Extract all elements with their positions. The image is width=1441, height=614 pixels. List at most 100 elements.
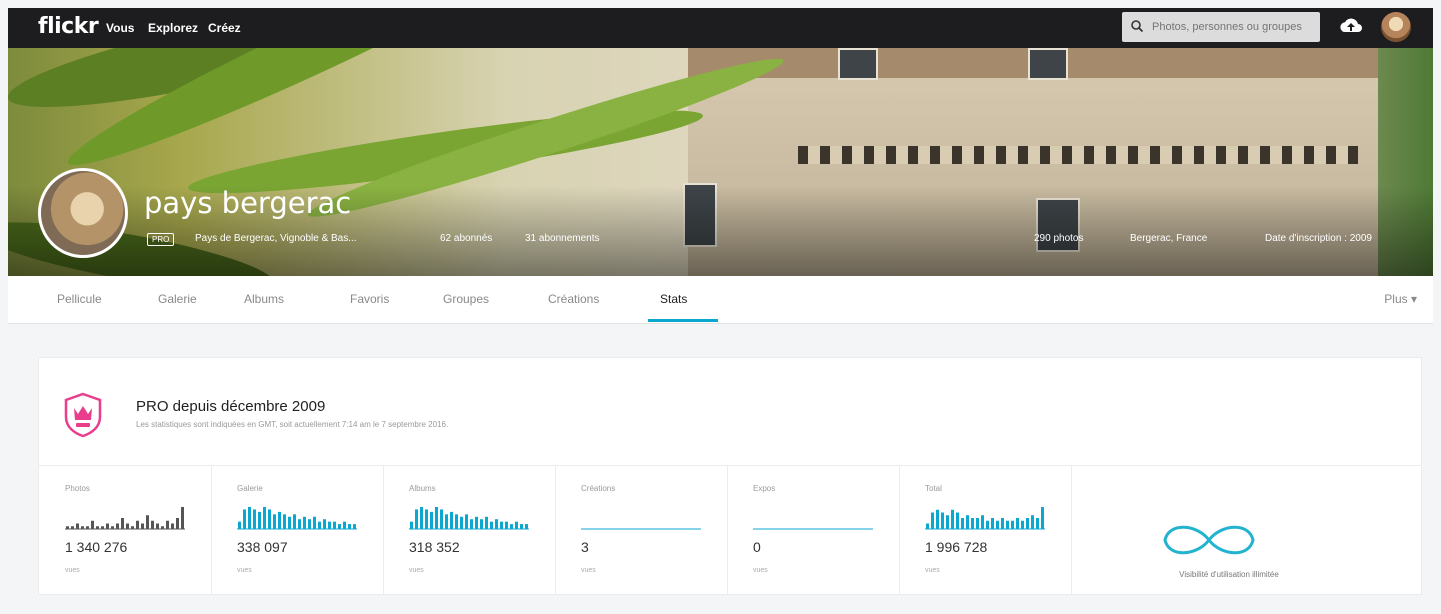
sparkline-bar	[971, 518, 974, 529]
sparkline-bar	[126, 523, 129, 529]
tab-galerie[interactable]: Galerie	[158, 292, 197, 306]
sparkline-bar	[106, 523, 109, 529]
nav-link-vous[interactable]: Vous	[106, 21, 134, 35]
stat-value: 1 996 728	[925, 539, 988, 555]
sparkline-bar	[435, 507, 438, 529]
sparkline-bar	[500, 521, 503, 529]
sparkline-bar	[303, 516, 306, 529]
profile-tabs: Pellicule Galerie Albums Favoris Groupes…	[8, 276, 1433, 324]
sparkline-bar	[288, 516, 291, 529]
tab-creations[interactable]: Créations	[548, 292, 599, 306]
flickr-logo[interactable]: flickr	[38, 14, 99, 39]
sparkline-bar	[415, 509, 418, 529]
sparkline-bar	[1036, 518, 1039, 529]
sparkline-bar	[81, 526, 84, 529]
photo-count: 290 photos	[1034, 233, 1084, 244]
nav-link-creez[interactable]: Créez	[208, 21, 241, 35]
sparkline-bar	[951, 509, 954, 529]
sparkline-bar	[495, 519, 498, 529]
sparkline-bar	[238, 521, 241, 529]
tab-stats[interactable]: Stats	[660, 292, 687, 306]
stat-albums[interactable]: Albums 318 352 vues	[383, 466, 556, 594]
stat-creations[interactable]: Créations 3 vues	[555, 466, 728, 594]
sparkline-bar	[470, 519, 473, 529]
castle-window	[838, 48, 878, 80]
stat-label: Albums	[409, 484, 436, 493]
following-link[interactable]: 31 abonnements	[525, 233, 600, 244]
profile-avatar[interactable]	[38, 168, 128, 258]
sparkline-bar	[343, 521, 346, 529]
search-input[interactable]	[1146, 12, 1326, 42]
sparkline-bar	[308, 519, 311, 529]
sparkline-bar	[946, 515, 949, 529]
sparkline-bar	[293, 514, 296, 529]
more-menu[interactable]: Plus ▾	[1384, 292, 1417, 306]
nav-link-explorez[interactable]: Explorez	[148, 21, 198, 35]
castle-window	[1028, 48, 1068, 80]
sparkline-bar	[116, 523, 119, 529]
unlimited-label: Visibilité d'utilisation illimitée	[1179, 570, 1279, 579]
stat-label: Galerie	[237, 484, 263, 493]
stat-expos[interactable]: Expos 0 vues	[727, 466, 900, 594]
sparkline-bar	[996, 520, 999, 529]
sparkline-bar	[278, 511, 281, 529]
sparkline-bar	[176, 518, 179, 529]
sparkline-bar	[931, 512, 934, 529]
sparkline-bar	[298, 519, 301, 529]
tab-albums[interactable]: Albums	[244, 292, 284, 306]
stat-label: Créations	[581, 484, 616, 493]
followers-link[interactable]: 62 abonnés	[440, 233, 492, 244]
sparkline-bar	[348, 524, 351, 529]
sparkline-bar	[171, 523, 174, 529]
pro-badge: PRO	[147, 233, 175, 246]
upload-cloud-icon[interactable]	[1339, 16, 1363, 36]
sparkline-bar	[520, 524, 523, 529]
stats-card: PRO depuis décembre 2009 Les statistique…	[38, 357, 1422, 595]
sparkline-bar	[101, 526, 104, 529]
sparkline-bar	[440, 509, 443, 529]
tab-favoris[interactable]: Favoris	[350, 292, 389, 306]
top-nav-bar: flickr Vous Explorez Créez	[8, 8, 1433, 48]
sparkline-bar	[268, 509, 271, 529]
tab-pellicule[interactable]: Pellicule	[57, 292, 102, 306]
sparkline-bar	[991, 518, 994, 529]
albums-sparkline	[409, 507, 529, 530]
tab-groupes[interactable]: Groupes	[443, 292, 489, 306]
photos-sparkline	[65, 507, 185, 530]
sparkline-bar	[156, 523, 159, 529]
stat-value: 318 352	[409, 539, 460, 555]
galerie-sparkline	[237, 507, 357, 530]
sparkline-bar	[333, 521, 336, 529]
sparkline-bar	[283, 514, 286, 529]
sparkline-bar	[1041, 507, 1044, 529]
profile-location: Bergerac, France	[1130, 233, 1208, 244]
profile-description[interactable]: Pays de Bergerac, Vignoble & Bas...	[195, 233, 357, 244]
sparkline-bar	[318, 521, 321, 529]
stat-label: Total	[925, 484, 942, 493]
stat-galerie[interactable]: Galerie 338 097 vues	[211, 466, 384, 594]
infinity-icon	[1163, 525, 1255, 555]
user-avatar[interactable]	[1381, 12, 1411, 42]
sparkline-bar	[410, 521, 413, 529]
sparkline-bar	[323, 519, 326, 529]
sparkline-bar	[936, 509, 939, 529]
stat-value: 338 097	[237, 539, 288, 555]
stat-unit: vues	[65, 567, 80, 574]
sparkline-bar	[1031, 515, 1034, 529]
search-box[interactable]	[1122, 12, 1326, 42]
sparkline-bar	[475, 516, 478, 529]
sparkline-bar	[1006, 520, 1009, 529]
stat-total[interactable]: Total 1 996 728 vues	[899, 466, 1072, 594]
stats-row: Photos 1 340 276 vues Galerie 338 097 vu…	[39, 465, 1421, 594]
pro-since-title: PRO depuis décembre 2009	[136, 398, 326, 415]
stat-photos[interactable]: Photos 1 340 276 vues	[39, 466, 212, 594]
sparkline-bar	[161, 526, 164, 529]
sparkline-bar	[1021, 520, 1024, 529]
sparkline-bar	[490, 521, 493, 529]
sparkline-bar	[328, 521, 331, 529]
sparkline-bar	[976, 518, 979, 529]
sparkline-bar	[460, 516, 463, 529]
sparkline-bar	[243, 509, 246, 529]
sparkline-bar	[510, 524, 513, 529]
sparkline-bar	[111, 526, 114, 529]
